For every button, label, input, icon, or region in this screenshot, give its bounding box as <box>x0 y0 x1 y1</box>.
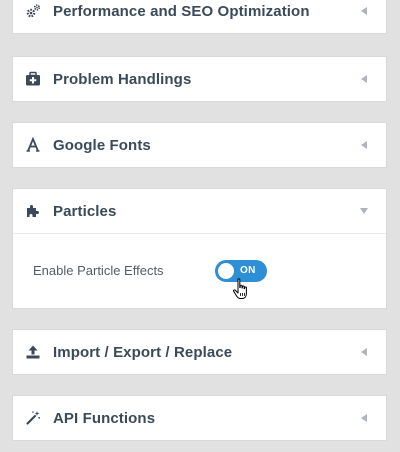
panel-performance-seo: Performance and SEO Optimization <box>12 0 387 34</box>
panel-body-particles: Enable Particle Effects ON <box>13 233 386 308</box>
particle-effects-toggle[interactable]: ON <box>215 260 267 282</box>
upload-icon <box>25 344 41 360</box>
panel-header-performance-seo[interactable]: Performance and SEO Optimization <box>13 0 386 33</box>
chevron-down-icon <box>359 206 369 216</box>
chevron-left-icon <box>359 6 369 16</box>
enable-particle-effects-label: Enable Particle Effects <box>33 263 164 278</box>
chevron-left-icon <box>359 413 369 423</box>
panel-header-google-fonts[interactable]: Google Fonts <box>13 123 386 167</box>
panel-title: API Functions <box>53 409 156 427</box>
panel-header-api-functions[interactable]: API Functions <box>13 396 386 440</box>
panel-title: Import / Export / Replace <box>53 343 233 361</box>
panel-title: Performance and SEO Optimization <box>53 2 310 20</box>
panel-header-particles[interactable]: Particles <box>13 189 386 233</box>
panel-problem-handlings: Problem Handlings <box>12 56 387 102</box>
panel-particles: Particles Enable Particle Effects ON <box>12 188 387 309</box>
settings-page: Performance and SEO Optimization Problem… <box>0 0 400 452</box>
gears-icon <box>25 3 41 19</box>
panel-google-fonts: Google Fonts <box>12 122 387 168</box>
panel-header-import-export[interactable]: Import / Export / Replace <box>13 330 386 374</box>
magic-wand-icon <box>25 410 41 426</box>
panel-api-functions: API Functions <box>12 395 387 441</box>
panel-title: Particles <box>53 202 117 220</box>
panel-import-export: Import / Export / Replace <box>12 329 387 375</box>
panel-header-problem-handlings[interactable]: Problem Handlings <box>13 57 386 101</box>
chevron-left-icon <box>359 347 369 357</box>
toggle-state-label: ON <box>240 265 256 276</box>
puzzle-icon <box>25 203 41 219</box>
font-letter-a-icon <box>25 137 41 153</box>
panel-title: Google Fonts <box>53 136 151 154</box>
toggle-knob <box>218 263 234 279</box>
first-aid-kit-icon <box>25 71 41 87</box>
chevron-left-icon <box>359 74 369 84</box>
panel-title: Problem Handlings <box>53 70 192 88</box>
chevron-left-icon <box>359 140 369 150</box>
